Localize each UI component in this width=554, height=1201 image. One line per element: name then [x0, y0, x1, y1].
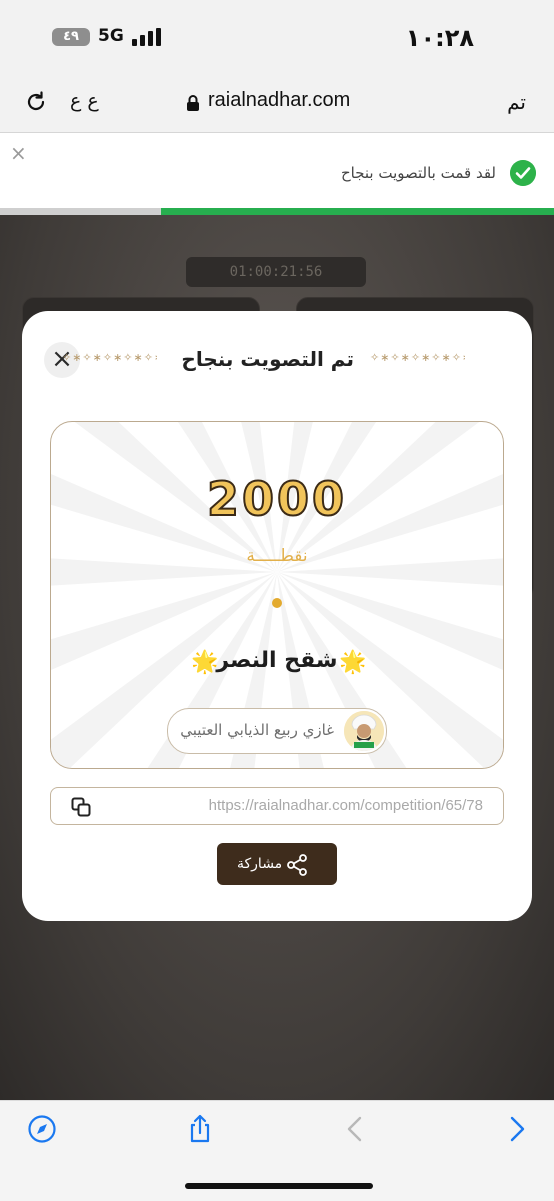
compass-icon[interactable]	[26, 1113, 58, 1145]
divider-dot	[272, 598, 282, 608]
toast-progress-bar	[0, 208, 554, 215]
signal-icon	[132, 28, 162, 46]
title-ornament-left: ✧∗✧∗✧∗✧∗✧∗✧∗✧∗	[62, 351, 157, 364]
owner-chip: غازي ربيع الذيابي العتيبي	[167, 708, 387, 754]
lock-icon	[187, 95, 199, 111]
check-circle-icon	[510, 160, 536, 186]
star-icon: 🌟	[339, 650, 367, 675]
vote-success-modal: × ✧∗✧∗✧∗✧∗✧∗✧∗✧∗ ✧∗✧∗✧∗✧∗✧∗✧∗✧∗ تم التصو…	[22, 311, 532, 921]
owner-avatar	[344, 711, 384, 751]
points-label: نقطـــــة	[246, 546, 308, 566]
score-card: 2000 نقطـــــة 🌟 شقح النصر 🌟 غازي ربيع ا…	[50, 421, 504, 769]
done-button[interactable]: تم	[507, 90, 526, 114]
points-value: 2000	[206, 471, 348, 527]
share-button[interactable]: مشاركة	[217, 843, 337, 885]
share-label: مشاركة	[237, 856, 283, 872]
share-link-field[interactable]: https://raialnadhar.com/competition/65/7…	[50, 787, 504, 825]
copy-icon[interactable]	[71, 797, 91, 817]
share-link-text[interactable]: https://raialnadhar.com/competition/65/7…	[209, 797, 483, 814]
modal-title: تم التصويت بنجاح	[181, 347, 354, 371]
countdown-timer: 01:00:21:56	[186, 257, 366, 287]
reload-icon[interactable]	[24, 90, 48, 114]
toast-progress-fill	[160, 208, 554, 215]
competitor-name: شقح النصر	[216, 648, 338, 673]
status-bar: ٤٩ 5G ١٠:٢٨	[0, 0, 554, 74]
title-ornament-right: ✧∗✧∗✧∗✧∗✧∗✧∗✧∗	[370, 351, 465, 364]
toast-message: لقد قمت بالتصويت بنجاح	[340, 164, 496, 182]
home-indicator	[185, 1183, 373, 1189]
url-text[interactable]: raialnadhar.com	[208, 89, 350, 112]
toast-close-icon[interactable]: ×	[10, 141, 27, 165]
share-sheet-icon[interactable]	[184, 1113, 216, 1145]
battery-indicator: ٤٩	[52, 28, 90, 46]
text-size-button[interactable]: ع ع	[70, 90, 99, 112]
success-toast: × لقد قمت بالتصويت بنجاح	[0, 133, 554, 215]
chevron-left-icon[interactable]	[340, 1113, 372, 1145]
owner-name: غازي ربيع الذيابي العتيبي	[180, 721, 334, 739]
chevron-right-icon[interactable]	[500, 1113, 532, 1145]
share-icon	[287, 854, 307, 876]
network-type: 5G	[98, 26, 124, 46]
clock: ١٠:٢٨	[405, 24, 474, 52]
browser-address-bar: ع ع raialnadhar.com تم	[0, 74, 554, 133]
